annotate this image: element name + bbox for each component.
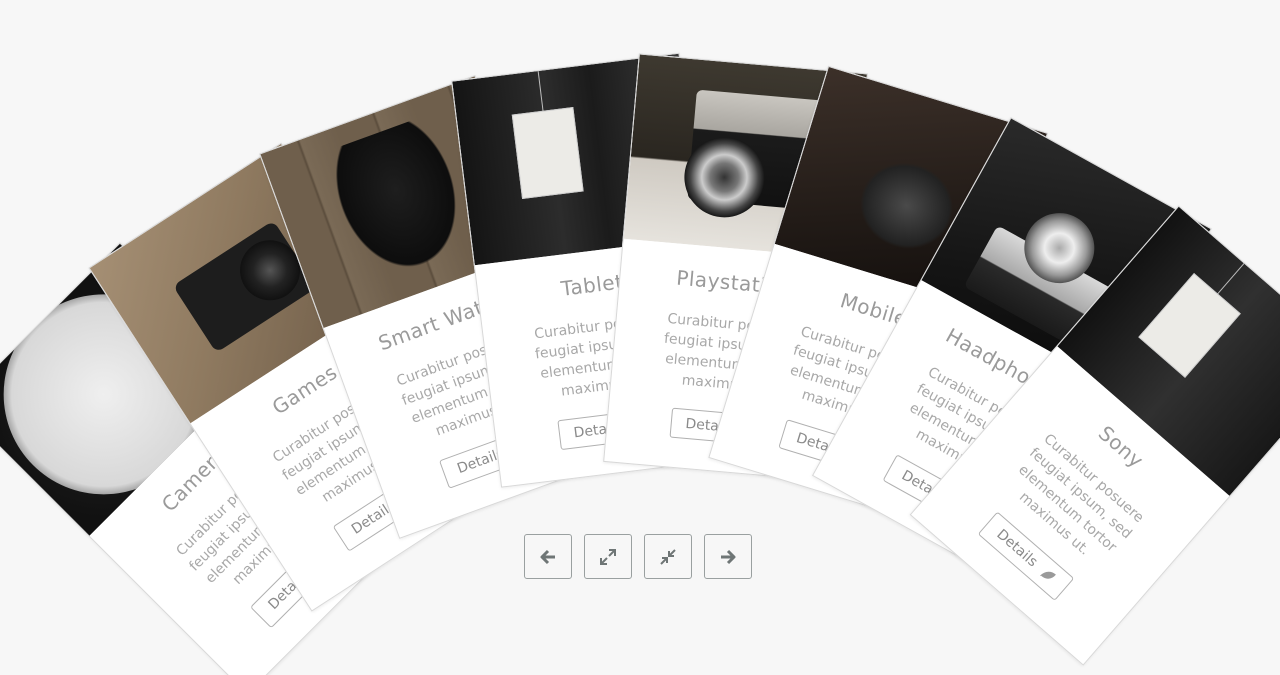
prev-button[interactable] xyxy=(524,534,572,579)
arrow-right-icon xyxy=(721,549,736,564)
card-description: Curabitur posuere feugiat ipsum, sed ele… xyxy=(1015,430,1147,559)
leaf-icon xyxy=(1040,571,1057,579)
carousel-controls xyxy=(524,534,752,579)
details-label: Details xyxy=(993,526,1041,571)
expand-icon xyxy=(600,548,616,565)
compress-icon xyxy=(660,548,676,565)
expand-button[interactable] xyxy=(584,534,632,579)
fan-carousel: Camera Curabitur posuere feugiat ipsum, … xyxy=(0,0,1280,675)
compress-button[interactable] xyxy=(644,534,692,579)
arrow-left-icon xyxy=(540,549,555,564)
next-button[interactable] xyxy=(704,534,752,579)
